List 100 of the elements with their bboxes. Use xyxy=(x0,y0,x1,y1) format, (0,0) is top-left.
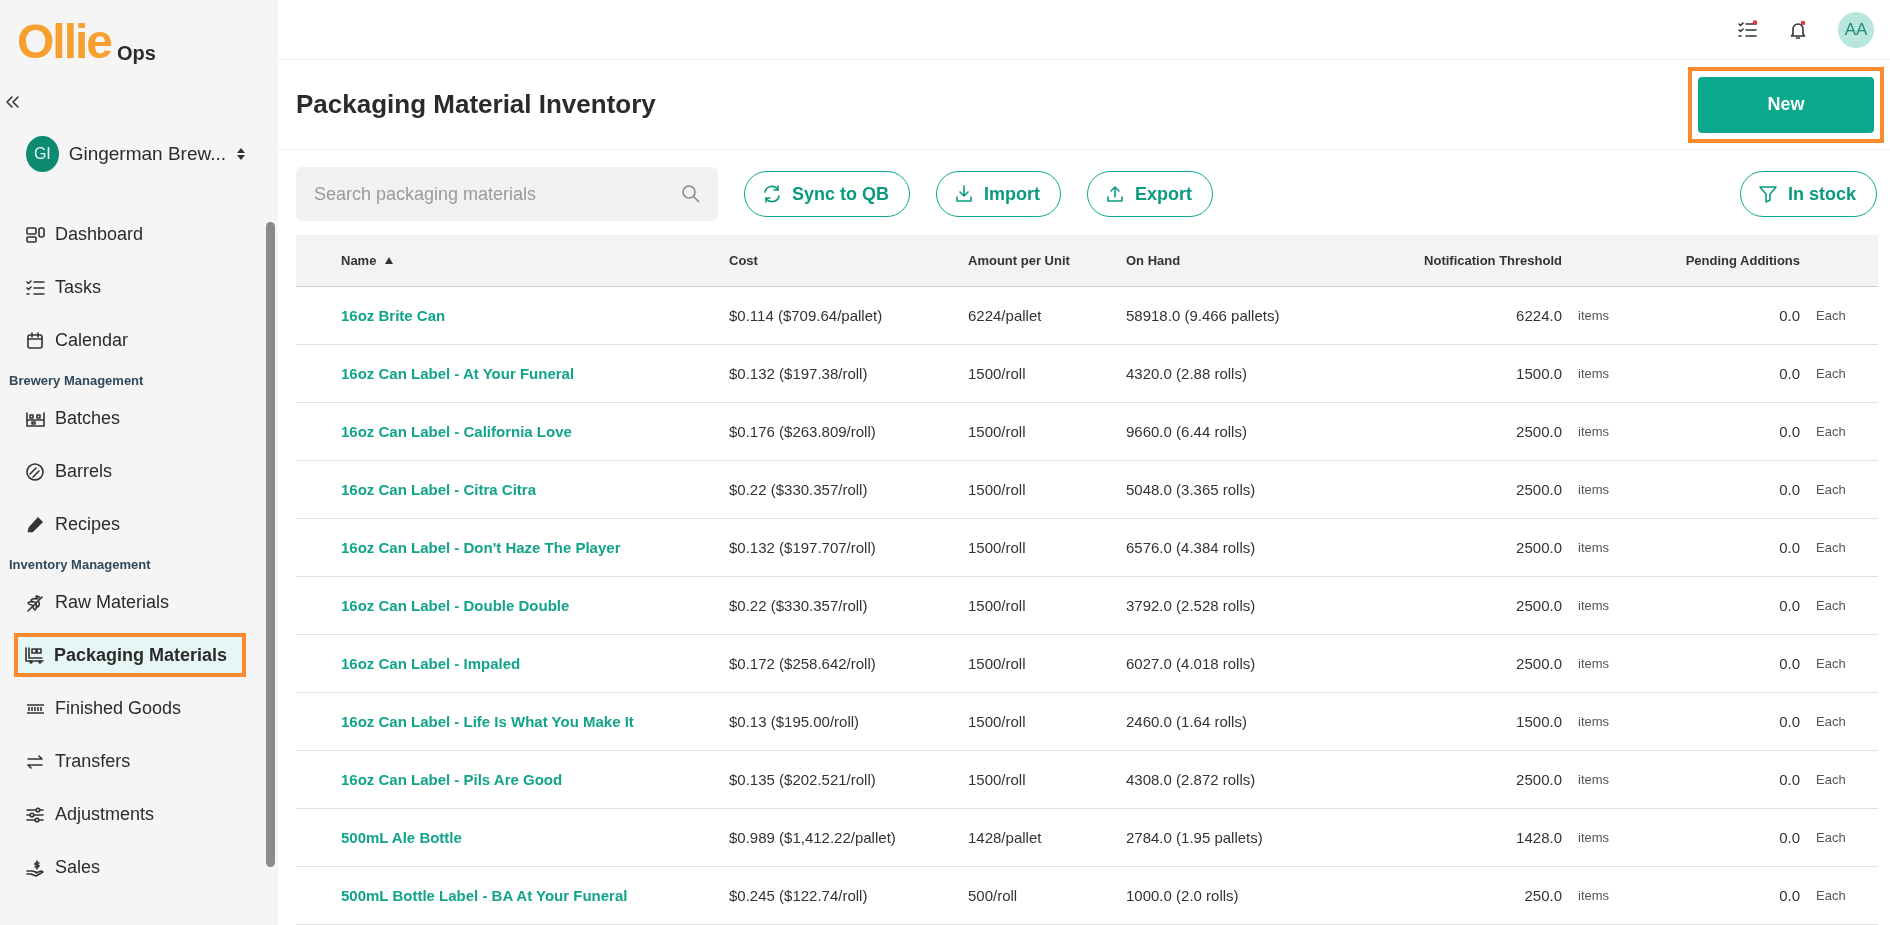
table-cell-text: $0.22 ($330.357/roll) xyxy=(729,481,869,498)
table-cell-text: 0.0 xyxy=(1778,423,1800,440)
column-header[interactable]: Cost xyxy=(729,253,968,268)
layout-icon xyxy=(25,224,46,245)
table-cell-text: 2500.0 xyxy=(1515,771,1562,788)
unit-label: Each xyxy=(1815,772,1847,787)
notifications-button[interactable] xyxy=(1788,19,1808,40)
table-cell-text: 0.0 xyxy=(1778,539,1800,556)
bell-icon xyxy=(1788,19,1808,40)
page-title: Packaging Material Inventory xyxy=(296,89,656,121)
double-chevron-left-icon xyxy=(4,94,20,110)
nav-item[interactable]: Finished Goods xyxy=(0,682,256,735)
table-cell-text: 250.0 xyxy=(1523,887,1562,904)
unit-label: Each xyxy=(1815,308,1847,323)
table-cell-text: 1500/roll xyxy=(968,481,1027,498)
section-heading: Brewery Management xyxy=(8,372,145,390)
table-cell-text: 500/roll xyxy=(968,887,1019,904)
column-header[interactable]: Pending Additions xyxy=(1562,253,1800,268)
nav-item[interactable]: Transfers xyxy=(0,735,256,788)
table-cell-text: 0.0 xyxy=(1778,597,1800,614)
unit-label: items xyxy=(1577,714,1611,729)
org-name: Gingerman Brew... xyxy=(68,143,226,165)
table-cell-text: 6224.0 xyxy=(1515,307,1562,324)
table-cell-text: 1500/roll xyxy=(968,655,1027,672)
unit-label: items xyxy=(1577,308,1611,323)
nav-item[interactable]: Recipes xyxy=(0,498,256,551)
nav-item[interactable]: Packaging Materials xyxy=(14,633,246,677)
table-cell-text: 0.0 xyxy=(1778,655,1800,672)
table-cell-text: 1500/roll xyxy=(968,539,1027,556)
nav-item[interactable]: Barrels xyxy=(0,445,256,498)
table-cell-text: $0.989 ($1,412.22/pallet) xyxy=(729,829,897,846)
logo-suffix: Ops xyxy=(117,43,156,63)
table-cell-text: $0.13 ($195.00/roll) xyxy=(729,713,861,730)
search-field[interactable]: Search packaging materials xyxy=(296,167,718,221)
column-header[interactable]: Notification Threshold xyxy=(1364,253,1562,268)
filter-icon xyxy=(1757,184,1778,204)
filter-button[interactable]: In stock xyxy=(1739,171,1877,217)
unit-label: Each xyxy=(1815,598,1847,613)
unit-label: items xyxy=(1577,598,1611,613)
table-cell-text: 2500.0 xyxy=(1515,423,1562,440)
table-cell-text: $0.245 ($122.74/roll) xyxy=(729,887,869,904)
boxes-icon xyxy=(24,645,45,665)
nav-item[interactable]: Adjustments xyxy=(0,788,256,841)
logo-wordmark: Ollie xyxy=(17,18,112,66)
table-cell-text: $0.132 ($197.38/roll) xyxy=(729,365,869,382)
tasks-button[interactable] xyxy=(1737,19,1758,40)
table-cell-text: 2500.0 xyxy=(1515,597,1562,614)
table-cell-text: 4308.0 (2.872 rolls) xyxy=(1126,771,1257,788)
up-down-caret-icon xyxy=(236,147,246,161)
table-cell-text: 6224/pallet xyxy=(968,307,1043,324)
unit-label: Each xyxy=(1815,888,1847,903)
unit-label: items xyxy=(1577,366,1611,381)
barrel-icon xyxy=(25,461,46,482)
table-cell-text: 1500.0 xyxy=(1515,713,1562,730)
table-cell-text: 0.0 xyxy=(1778,771,1800,788)
table-cell-text: $0.22 ($330.357/roll) xyxy=(729,597,869,614)
collapse-button[interactable] xyxy=(4,94,20,110)
table-cell-text: 1500/roll xyxy=(968,771,1027,788)
column-header[interactable]: Amount per Unit xyxy=(968,253,1126,268)
nav-item[interactable]: Raw Materials xyxy=(0,576,256,629)
table-cell-text: $0.172 ($258.642/roll) xyxy=(729,655,877,672)
unit-label: Each xyxy=(1815,482,1847,497)
unit-label: Each xyxy=(1815,830,1847,845)
unit-label: Each xyxy=(1815,424,1847,439)
column-header[interactable]: Name xyxy=(296,253,729,268)
unit-label: items xyxy=(1577,772,1611,787)
calendar-icon xyxy=(25,330,46,351)
table-cell-text: 2500.0 xyxy=(1515,539,1562,556)
unit-label: items xyxy=(1577,482,1611,497)
download-icon xyxy=(954,184,974,204)
toolbar-button[interactable]: Import xyxy=(936,171,1061,217)
column-header[interactable]: On Hand xyxy=(1126,253,1364,268)
table-cell-text: 6027.0 (4.018 rolls) xyxy=(1126,655,1257,672)
table-cell-text: 2500.0 xyxy=(1515,481,1562,498)
nav-item[interactable]: Calendar xyxy=(0,314,256,367)
nav-item[interactable]: Sales xyxy=(0,841,256,894)
table-cell-text: $0.114 ($709.64/pallet) xyxy=(729,307,884,324)
nav-item[interactable]: Batches xyxy=(0,392,256,445)
nav-item[interactable]: Tasks xyxy=(0,261,256,314)
checklist-icon xyxy=(1737,19,1758,40)
table-cell-text: 1428.0 xyxy=(1515,829,1562,846)
table-cell-text: 6576.0 (4.384 rolls) xyxy=(1126,539,1257,556)
toolbar-button[interactable]: Sync to QB xyxy=(744,171,910,217)
table-cell-text: 5048.0 (3.365 rolls) xyxy=(1126,481,1257,498)
unit-label: items xyxy=(1577,540,1611,555)
nav-item[interactable]: Dashboard xyxy=(0,208,256,261)
table-cell-text: 1500/roll xyxy=(968,365,1027,382)
unit-label: items xyxy=(1577,830,1611,845)
table-cell-text: 0.0 xyxy=(1778,307,1800,324)
table-cell-text: 1500.0 xyxy=(1515,365,1562,382)
table-cell-text: 0.0 xyxy=(1778,713,1800,730)
unit-label: Each xyxy=(1815,714,1847,729)
org-switcher[interactable]: GI Gingerman Brew... xyxy=(26,136,246,172)
table-cell-text: 1500/roll xyxy=(968,423,1027,440)
table-cell-text: 1500/roll xyxy=(968,597,1027,614)
table-cell-text: 2784.0 (1.95 pallets) xyxy=(1126,829,1264,846)
checklist-icon xyxy=(25,277,46,298)
table-cell-text: 58918.0 (9.466 pallets) xyxy=(1126,307,1281,324)
toolbar-button[interactable]: Export xyxy=(1087,171,1214,217)
section-heading: Inventory Management xyxy=(8,556,152,574)
